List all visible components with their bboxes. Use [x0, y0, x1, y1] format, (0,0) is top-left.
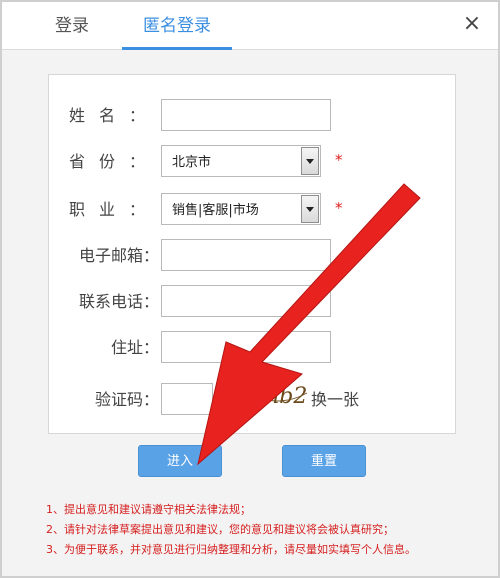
- address-row: 住址：: [49, 331, 457, 365]
- address-input[interactable]: [161, 331, 331, 363]
- reset-button[interactable]: 重置: [282, 445, 366, 477]
- phone-input[interactable]: [161, 285, 331, 317]
- province-row: 省份： 北京市 *: [49, 145, 457, 179]
- chevron-down-icon[interactable]: [301, 195, 319, 223]
- job-select-value: 销售|客服|市场: [172, 203, 259, 218]
- notes-list: 1、提出意见和建议请遵守相关法律法规； 2、请针对法律草案提出意见和建议，您的意…: [46, 500, 486, 560]
- captcha-image[interactable]: 8gnb2: [231, 377, 311, 417]
- form-panel: 姓名： 省份： 北京市 * 职业： 销售|客服|市场 * 电子邮箱： 联系电话：: [48, 74, 456, 434]
- refresh-captcha-link[interactable]: 换一张: [311, 383, 359, 417]
- job-row: 职业： 销售|客服|市场 *: [49, 193, 457, 227]
- province-label: 省份：: [69, 152, 160, 171]
- captcha-text: 8gnb2: [237, 384, 307, 409]
- name-row: 姓名：: [49, 99, 457, 133]
- close-icon[interactable]: ×: [460, 12, 484, 36]
- job-label: 职业：: [69, 200, 160, 219]
- phone-row: 联系电话：: [49, 285, 457, 319]
- province-select[interactable]: 北京市: [161, 145, 321, 177]
- province-select-value: 北京市: [172, 155, 212, 170]
- login-dialog: 登录 匿名登录 × 姓名： 省份： 北京市 * 职业： 销售|客服|市场 * 电…: [0, 0, 500, 578]
- name-input[interactable]: [161, 99, 331, 131]
- tab-bar: 登录 匿名登录 ×: [2, 2, 498, 50]
- phone-label: 联系电话：: [78, 292, 159, 311]
- tab-anonymous-login[interactable]: 匿名登录: [122, 2, 232, 50]
- note-item: 1、提出意见和建议请遵守相关法律法规；: [46, 503, 251, 516]
- chevron-down-icon[interactable]: [301, 147, 319, 175]
- job-select[interactable]: 销售|客服|市场: [161, 193, 321, 225]
- captcha-input[interactable]: [161, 383, 213, 415]
- job-required-mark: *: [335, 199, 343, 217]
- email-row: 电子邮箱：: [49, 239, 457, 273]
- tab-login[interactable]: 登录: [32, 2, 112, 50]
- address-label: 住址：: [110, 338, 159, 357]
- name-label: 姓名：: [69, 106, 160, 125]
- note-item: 2、请针对法律草案提出意见和建议，您的意见和建议将会被认真研究；: [46, 523, 394, 536]
- note-item: 3、为便于联系，并对意见进行归纳整理和分析，请尽量如实填写个人信息。: [46, 543, 416, 556]
- province-required-mark: *: [335, 151, 343, 169]
- email-input[interactable]: [161, 239, 331, 271]
- email-label: 电子邮箱：: [78, 246, 159, 265]
- enter-button[interactable]: 进入: [138, 445, 222, 477]
- captcha-row: 验证码： 8gnb2 换一张: [49, 383, 457, 417]
- captcha-label: 验证码：: [94, 390, 159, 409]
